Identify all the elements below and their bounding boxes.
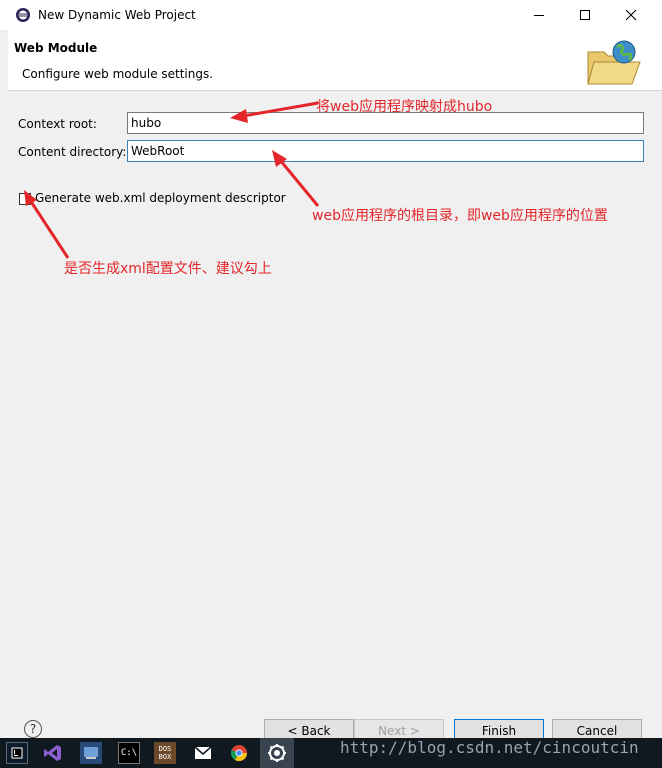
dev-tool-icon[interactable]	[80, 742, 102, 764]
content-directory-annotation: web应用程序的根目录，即web应用程序的位置	[312, 208, 608, 224]
csdn-watermark: http://blog.csdn.net/cincoutcin	[340, 738, 639, 757]
mail-icon[interactable]	[192, 742, 214, 764]
chrome-icon[interactable]	[228, 742, 250, 764]
cmd-icon[interactable]: C:\	[118, 742, 140, 764]
arrow-head-context-root	[230, 109, 248, 123]
context-root-annotation: 将web应用程序映射成hubo	[316, 99, 493, 115]
help-icon: ?	[29, 722, 37, 736]
help-button[interactable]: ?	[24, 720, 42, 738]
visual-studio-icon[interactable]	[42, 742, 64, 764]
eclipse-icon[interactable]	[260, 738, 294, 768]
intellij-icon[interactable]	[6, 742, 28, 764]
dosbox-icon[interactable]: DOS BOX	[154, 742, 176, 764]
arrow-head-checkbox	[24, 190, 37, 206]
dosbox-label: DOS BOX	[158, 745, 172, 761]
cmd-label: C:\	[120, 748, 138, 758]
checkbox-annotation: 是否生成xml配置文件、建议勾上	[64, 261, 272, 277]
